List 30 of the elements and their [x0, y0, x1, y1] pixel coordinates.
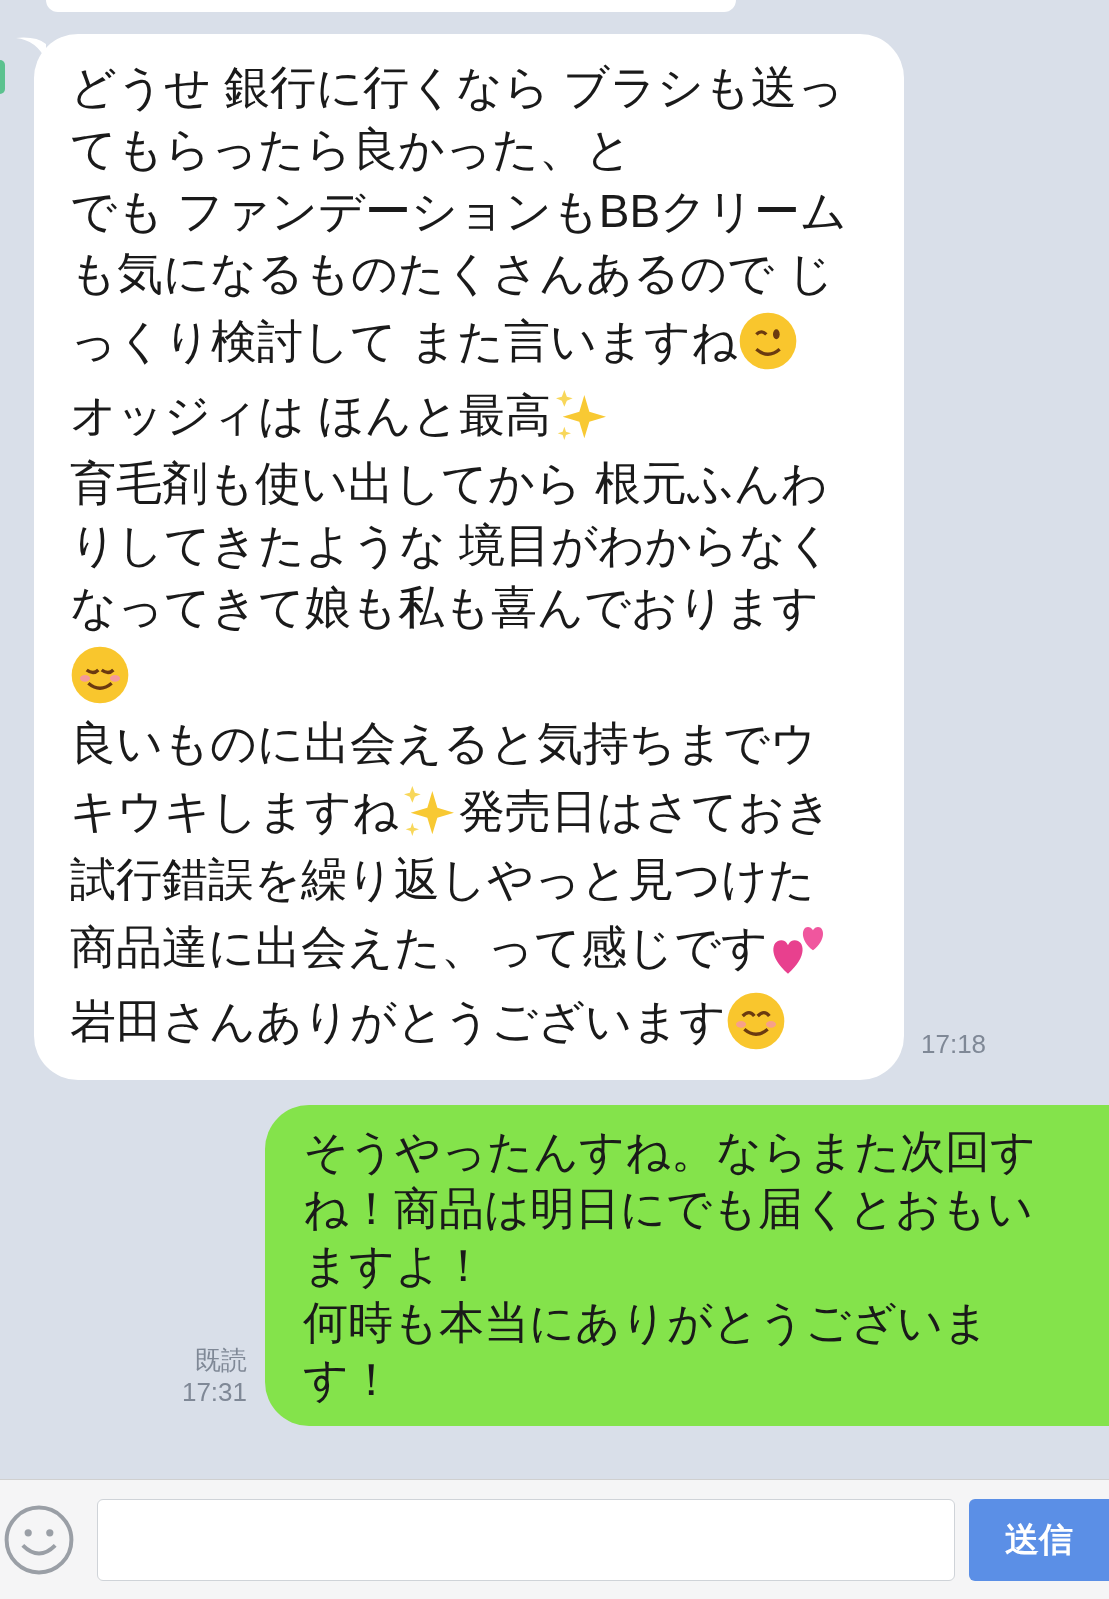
message-text: ね！商品は明日にでも届くとおもい [303, 1182, 1033, 1236]
message-text: 育毛剤も使い出してから 根元ふんわ [70, 456, 828, 511]
smiley-icon[interactable] [3, 1503, 75, 1576]
message-text: そうやったんすね。ならまた次回す [303, 1125, 1036, 1179]
message-text: キウキしますね [70, 784, 399, 839]
message-time: 17:18 [921, 1028, 987, 1061]
message-time: 17:31 [181, 1376, 247, 1408]
message-text: 岩田さんありがとうございます [70, 994, 726, 1049]
message-text: 良いものに出会えると気持ちまでウ [70, 716, 817, 771]
message-input[interactable] [97, 1498, 955, 1581]
message-text: どうせ 銀行に行くなら ブラシも送っ [70, 60, 844, 115]
message-text: 発売日はさておき [459, 784, 832, 839]
message-text: 何時も本当にありがとうございま [303, 1296, 989, 1350]
message-text: っくり検討して また言いますね [70, 314, 738, 369]
message-text: りしてきたような 境目がわからなく [70, 518, 833, 573]
send-button[interactable]: 送信 [969, 1498, 1109, 1581]
read-receipt: 既読 [195, 1344, 247, 1376]
avatar [0, 60, 5, 94]
message-text: 試行錯誤を繰り返しやっと見つけた [70, 852, 815, 907]
message-text: オッジィは ほんと最高 [70, 388, 551, 443]
message-text: てもらったら良かった、と [70, 122, 632, 177]
message-text: 商品達に出会えた、って感じです [70, 920, 768, 975]
message-text: も気になるものたくさんあるので じ [70, 246, 834, 301]
winking-face-icon [737, 311, 798, 371]
message-text: なってきて娘も私も喜んでおります [70, 580, 819, 635]
blushing-face-icon [70, 645, 130, 705]
message-text: す！ [303, 1353, 394, 1407]
message-text: でも ファンデーションもBBクリーム [70, 184, 848, 239]
smiling-face-icon [726, 991, 786, 1051]
message-text: ますよ！ [303, 1239, 486, 1293]
